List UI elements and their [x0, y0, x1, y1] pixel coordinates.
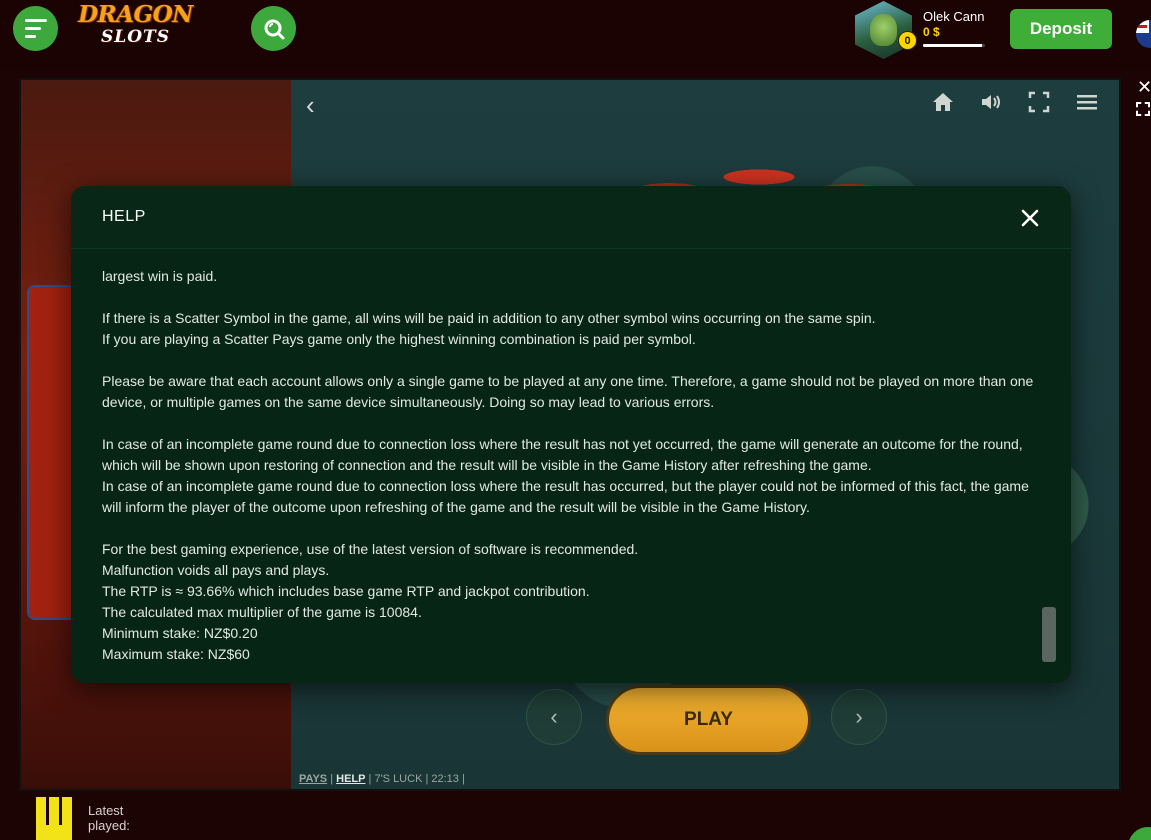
deposit-button[interactable]: Deposit	[1010, 9, 1112, 49]
help-paragraph: In case of an incomplete game round due …	[102, 478, 1029, 515]
help-text: largest win is paid. If there is a Scatte…	[102, 266, 1037, 665]
help-paragraph: Malfunction voids all pays and plays.	[102, 562, 330, 578]
close-icon[interactable]	[1020, 208, 1040, 228]
language-flag-icon[interactable]	[1136, 20, 1151, 48]
balance: 0 $	[923, 25, 940, 39]
game-name: 7'S LUCK	[374, 773, 423, 785]
back-arrow-icon[interactable]: ‹	[306, 90, 315, 121]
game-toolbar	[931, 90, 1099, 114]
level-badge: 0	[898, 31, 917, 50]
home-icon[interactable]	[931, 90, 955, 114]
help-paragraph: The calculated max multiplier of the gam…	[102, 604, 422, 620]
game-menu-icon[interactable]	[1075, 90, 1099, 114]
game-status-bar: PAYS | HELP | 7'S LUCK | 22:13 |	[299, 773, 465, 785]
promo-card	[27, 285, 77, 620]
sound-icon[interactable]	[979, 90, 1003, 114]
help-paragraph: Minimum stake: NZ$0.20	[102, 625, 258, 641]
chat-icon[interactable]	[1128, 827, 1151, 840]
fullscreen-icon[interactable]	[1027, 90, 1051, 114]
pays-link[interactable]: PAYS	[299, 773, 327, 785]
help-paragraph: If there is a Scatter Symbol in the game…	[102, 310, 876, 326]
modal-header: HELP	[71, 186, 1071, 249]
help-paragraph: largest win is paid.	[102, 268, 218, 284]
next-button[interactable]: ›	[831, 689, 887, 745]
latest-played-icon	[36, 797, 72, 840]
search-icon	[264, 19, 284, 39]
site-logo[interactable]: DRAGON SLOTS	[78, 2, 193, 48]
avatar[interactable]	[855, 1, 912, 59]
hamburger-icon	[25, 19, 47, 22]
help-modal: HELP largest win is paid. If there is a S…	[71, 186, 1071, 683]
level-progress-bar	[923, 44, 985, 47]
previous-button[interactable]: ‹	[526, 689, 582, 745]
help-link[interactable]: HELP	[336, 773, 365, 785]
help-paragraph: Maximum stake: NZ$60	[102, 646, 250, 662]
help-paragraph: In case of an incomplete game round due …	[102, 436, 1023, 473]
latest-played-label: Latest played:	[88, 803, 130, 833]
help-paragraph: The RTP is ≈ 93.66% which includes base …	[102, 583, 590, 599]
search-button[interactable]	[251, 6, 296, 51]
menu-button[interactable]	[13, 6, 58, 51]
play-button[interactable]: PLAY	[606, 685, 811, 755]
play-controls: ‹ PLAY ›	[526, 685, 906, 755]
close-game-icon[interactable]: ✕	[1137, 77, 1151, 98]
help-paragraph: Please be aware that each account allows…	[102, 373, 1034, 410]
help-paragraph: For the best gaming experience, use of t…	[102, 541, 639, 557]
game-clock: 22:13	[431, 773, 459, 785]
expand-game-icon[interactable]	[1136, 102, 1150, 116]
scrollbar[interactable]	[1042, 607, 1056, 662]
modal-title: HELP	[102, 208, 146, 225]
help-paragraph: If you are playing a Scatter Pays game o…	[102, 331, 696, 347]
username[interactable]: Olek Cann	[923, 9, 984, 24]
top-header: DRAGON SLOTS 0 Olek Cann 0 $ Deposit	[0, 0, 1151, 70]
